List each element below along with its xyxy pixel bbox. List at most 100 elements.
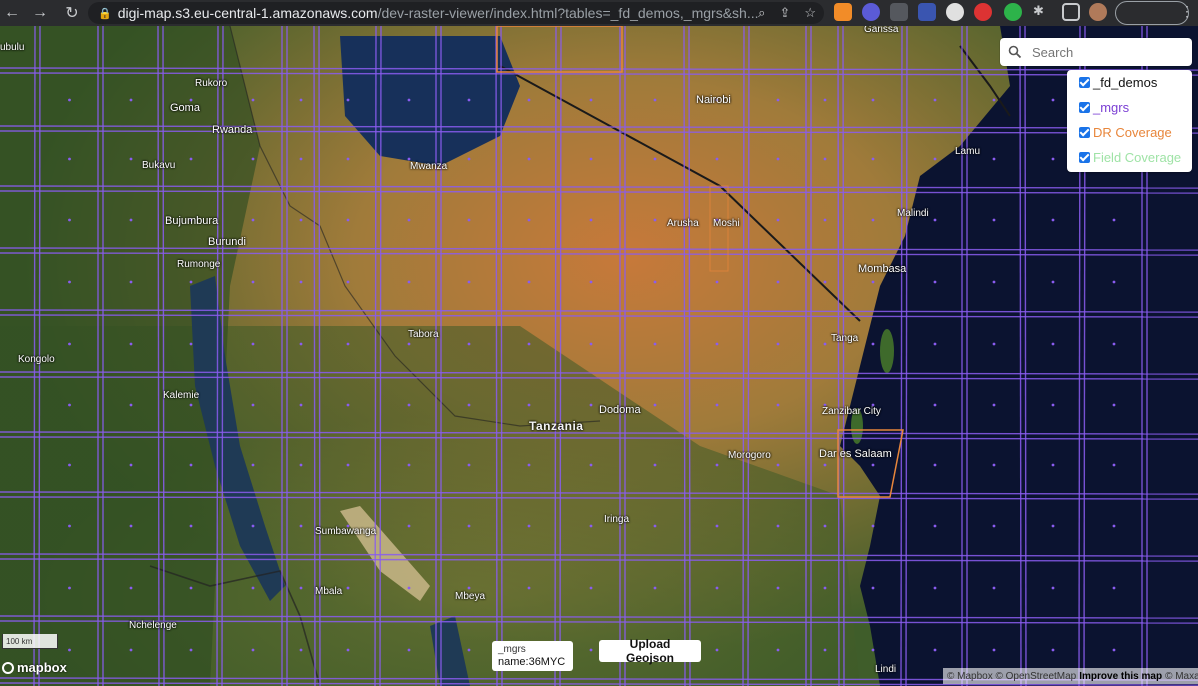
mgrs-grid-line <box>374 26 377 686</box>
mgrs-cell-centroid <box>992 157 996 161</box>
mgrs-cell-centroid <box>527 524 531 528</box>
mgrs-cell-centroid <box>407 586 411 590</box>
zoom-icon[interactable]: ⌕ <box>758 5 765 21</box>
mgrs-cell-centroid <box>992 648 996 652</box>
layer-toggle-mgrs[interactable]: _mgrs <box>1067 95 1192 120</box>
attribution: © Mapbox © OpenStreetMap Improve this ma… <box>943 668 1198 684</box>
share-icon[interactable]: ⇪ <box>779 5 790 21</box>
mgrs-cell-centroid <box>1112 648 1116 652</box>
mgrs-cell-centroid <box>715 403 719 407</box>
logo-text: mapbox <box>17 660 67 675</box>
mgrs-cell-centroid <box>823 157 827 161</box>
checkbox[interactable] <box>1079 152 1090 163</box>
mgrs-cell-centroid <box>467 403 471 407</box>
mgrs-cell-centroid <box>871 342 875 346</box>
mgrs-grid-line <box>379 26 382 686</box>
mgrs-cell-centroid <box>407 524 411 528</box>
reload-icon[interactable]: ↻ <box>60 1 84 25</box>
extension-icon[interactable] <box>890 3 908 21</box>
mgrs-cell-centroid <box>823 98 827 102</box>
place-label: Malindi <box>897 208 929 219</box>
mgrs-cell-centroid <box>823 648 827 652</box>
mgrs-cell-centroid <box>589 280 593 284</box>
mgrs-cell-centroid <box>776 218 780 222</box>
mgrs-cell-centroid <box>68 463 71 467</box>
layer-toggle-field-coverage[interactable]: Field Coverage <box>1067 145 1192 170</box>
mgrs-grid-line <box>905 26 908 686</box>
place-label: Morogoro <box>728 450 771 461</box>
upload-geojson-button[interactable]: Upload Geojson <box>599 637 701 665</box>
search-input[interactable] <box>1030 43 1184 61</box>
url-host: digi-map.s3.eu-central-1.amazonaws.com <box>117 5 378 21</box>
mgrs-cell-centroid <box>589 157 593 161</box>
mgrs-cell-centroid <box>527 403 531 407</box>
layer-toggle-fd-demos[interactable]: _fd_demos <box>1067 70 1192 95</box>
mgrs-cell-centroid <box>467 586 471 590</box>
mgrs-cell-centroid <box>299 218 303 222</box>
search-box[interactable] <box>1000 38 1192 66</box>
mgrs-cell-centroid <box>776 524 780 528</box>
menu-dots-icon[interactable]: ⋮ <box>1180 3 1194 20</box>
forward-arrow-icon[interactable]: → <box>28 1 52 25</box>
mgrs-grid-line <box>900 26 903 686</box>
improve-map-link[interactable]: Improve this map <box>1079 671 1162 682</box>
map-canvas[interactable]: ubulu Rukoro Goma Rwanda Nairobi Garissa… <box>0 26 1198 686</box>
place-label: Kongolo <box>18 354 55 365</box>
star-icon[interactable]: ☆ <box>804 5 816 21</box>
mgrs-cell-centroid <box>992 403 996 407</box>
mapbox-logo[interactable]: mapbox <box>2 660 67 675</box>
extension-icon[interactable] <box>974 3 992 21</box>
checkbox[interactable] <box>1079 102 1090 113</box>
mgrs-cell-centroid <box>653 280 657 284</box>
sidebar-icon[interactable] <box>1062 3 1080 21</box>
mgrs-cell-centroid <box>933 98 937 102</box>
map-layer <box>0 26 1198 686</box>
mgrs-cell-centroid <box>1112 218 1116 222</box>
mgrs-cell-centroid <box>715 463 719 467</box>
mgrs-cell-centroid <box>129 403 133 407</box>
extension-icon[interactable] <box>918 3 936 21</box>
extension-icon[interactable] <box>862 3 880 21</box>
mgrs-cell-centroid <box>823 280 827 284</box>
mgrs-cell-centroid <box>467 524 471 528</box>
checkbox[interactable] <box>1079 127 1090 138</box>
layer-toggle-dr-coverage[interactable]: DR Coverage <box>1067 120 1192 145</box>
mgrs-cell-centroid <box>653 157 657 161</box>
mgrs-cell-centroid <box>68 218 71 222</box>
mgrs-cell-centroid <box>871 524 875 528</box>
mgrs-cell-centroid <box>933 218 937 222</box>
puzzle-icon[interactable]: ✱ <box>1033 3 1051 21</box>
mgrs-cell-centroid <box>653 463 657 467</box>
place-label: Mwanza <box>410 161 448 172</box>
extension-icon[interactable] <box>946 3 964 21</box>
back-arrow-icon[interactable]: ← <box>0 1 24 25</box>
mgrs-cell-centroid <box>776 342 780 346</box>
avatar[interactable] <box>1089 3 1107 21</box>
mgrs-cell-centroid <box>129 463 133 467</box>
mgrs-cell-centroid <box>346 403 350 407</box>
mgrs-grid-line <box>688 26 691 686</box>
place-label: Garissa <box>864 26 899 35</box>
profile-pill[interactable] <box>1115 1 1189 25</box>
extension-icon[interactable] <box>834 3 852 21</box>
mgrs-cell-centroid <box>299 524 303 528</box>
mgrs-cell-centroid <box>68 98 71 102</box>
mgrs-cell-centroid <box>129 524 133 528</box>
mgrs-cell-centroid <box>933 524 937 528</box>
attribution-text: © Mapbox © OpenStreetMap <box>947 670 1077 682</box>
mgrs-cell-centroid <box>933 342 937 346</box>
address-bar[interactable]: 🔒 digi-map.s3.eu-central-1.amazonaws.com… <box>88 2 824 24</box>
mgrs-cell-centroid <box>1051 586 1055 590</box>
mgrs-cell-centroid <box>251 403 255 407</box>
mgrs-cell-centroid <box>189 403 193 407</box>
mgrs-cell-centroid <box>992 280 996 284</box>
mgrs-cell-centroid <box>1112 524 1116 528</box>
extension-icon[interactable] <box>1004 3 1022 21</box>
mgrs-cell-centroid <box>823 342 827 346</box>
mgrs-cell-centroid <box>299 463 303 467</box>
mgrs-cell-centroid <box>189 524 193 528</box>
mgrs-cell-centroid <box>189 586 193 590</box>
mgrs-cell-centroid <box>776 98 780 102</box>
mgrs-cell-centroid <box>933 403 937 407</box>
checkbox[interactable] <box>1079 77 1090 88</box>
